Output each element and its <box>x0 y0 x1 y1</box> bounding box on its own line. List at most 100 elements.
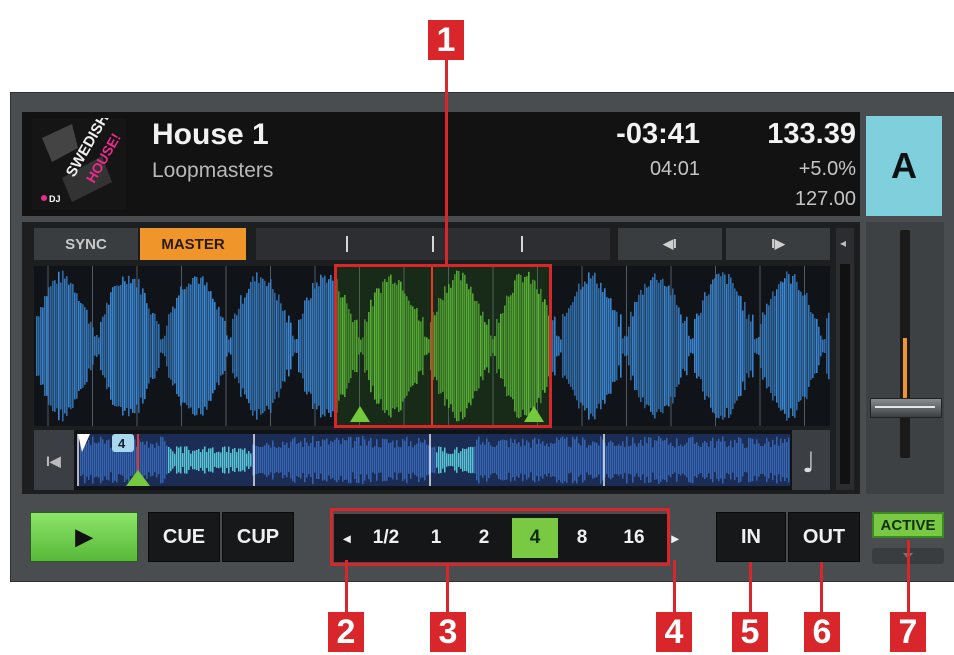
overview-mark <box>282 441 284 479</box>
overview-mark <box>688 437 690 483</box>
waveform-mark <box>298 319 300 373</box>
waveform-mark <box>672 288 674 404</box>
overview-mark <box>268 444 270 476</box>
overview-mark <box>80 444 82 476</box>
waveform-mark <box>120 284 122 408</box>
callout-7: 7 <box>890 612 926 652</box>
overview-mark <box>472 447 474 473</box>
overview-mark <box>346 440 348 480</box>
waveform-mark <box>654 273 656 419</box>
overview-mark <box>174 453 176 467</box>
waveform-mark <box>822 339 824 353</box>
scroll-track <box>840 264 850 484</box>
overview-mark <box>392 440 394 480</box>
overview-mark <box>210 448 212 472</box>
overview-mark <box>734 439 736 481</box>
overview-mark <box>404 440 406 480</box>
waveform-mark <box>818 326 820 366</box>
waveform-mark <box>212 298 214 394</box>
waveform-mark <box>712 279 714 413</box>
overview-mark <box>184 446 186 474</box>
overview-mark <box>90 444 92 476</box>
play-button[interactable]: ▶ <box>30 512 138 562</box>
overview-mark <box>228 446 230 474</box>
waveform-mark <box>218 306 220 386</box>
nudge-forward-button[interactable]: I▶ <box>726 228 830 260</box>
waveform-mark <box>136 287 138 405</box>
overview-mark <box>434 446 436 474</box>
master-button[interactable]: MASTER <box>140 228 246 260</box>
overview-mark <box>360 445 362 475</box>
overview-mark <box>284 444 286 476</box>
overview-mark <box>154 447 156 473</box>
overview-mark <box>548 446 550 474</box>
highlight-loop-region <box>334 264 552 428</box>
overview-mark <box>108 439 110 481</box>
overview-mark <box>146 441 148 479</box>
pitch-fader-panel <box>866 222 944 494</box>
overview-mark <box>162 437 164 483</box>
waveform-mark <box>242 303 244 389</box>
waveform-mark <box>648 286 650 406</box>
scroll-arrow-icon[interactable]: ◂ <box>840 236 846 250</box>
waveform-mark <box>724 274 726 418</box>
overview-mark <box>722 436 724 484</box>
overview-mark <box>110 447 112 473</box>
overview-mark <box>658 436 660 484</box>
overview-mark <box>322 439 324 481</box>
waveform-mark <box>696 313 698 379</box>
track-title: House 1 <box>152 118 269 151</box>
waveform-mark <box>286 322 288 370</box>
waveform-mark <box>128 275 130 417</box>
scroll-bar[interactable]: ◂ <box>836 228 854 490</box>
overview-mark <box>194 450 196 470</box>
overview-mark <box>414 445 416 475</box>
loop-in-button[interactable]: IN <box>716 512 786 562</box>
overview-mark <box>298 442 300 478</box>
waveform-mark <box>588 272 590 420</box>
waveform-mark <box>610 298 612 394</box>
waveform-mark <box>666 286 668 406</box>
waveform-mark <box>604 288 606 404</box>
overview-mark <box>528 442 530 478</box>
waveform-mark <box>606 297 608 395</box>
waveform-mark <box>134 278 136 414</box>
waveform-mark <box>762 312 764 380</box>
overview-mark <box>550 442 552 478</box>
overview-mark <box>488 441 490 479</box>
overview-mark <box>324 440 326 480</box>
waveform-mark <box>644 283 646 409</box>
overview-mark <box>450 453 452 467</box>
overview-mark <box>444 447 446 473</box>
overview-mark <box>580 445 582 475</box>
loop-out-button[interactable]: OUT <box>788 512 860 562</box>
deck-letter[interactable]: A <box>866 116 942 216</box>
overview-mark <box>256 445 258 475</box>
track-overview[interactable]: I◀ 4 ♩ <box>34 430 830 490</box>
waveform-mark <box>574 296 576 396</box>
overview-mark <box>628 446 630 474</box>
overview-mark <box>438 446 440 474</box>
waveform-mark <box>62 270 64 422</box>
waveform-mark <box>44 295 46 397</box>
nudge-back-button[interactable]: ◀I <box>618 228 722 260</box>
overview-mark <box>250 453 252 467</box>
waveform-mark <box>746 318 748 374</box>
waveform-mark <box>568 308 570 384</box>
cup-button[interactable]: CUP <box>222 512 294 562</box>
overview-mark <box>480 444 482 476</box>
overview-mark <box>396 440 398 480</box>
loop-active-button[interactable]: ACTIVE <box>872 512 944 538</box>
waveform-mark <box>160 339 162 353</box>
waveform-mark <box>46 296 48 396</box>
waveform-mark <box>748 314 750 378</box>
overview-mark <box>654 440 656 480</box>
overview-mark <box>374 446 376 474</box>
waveform-mark <box>224 320 226 372</box>
waveform-mark <box>190 284 192 408</box>
waveform-mark <box>138 279 140 413</box>
waveform-mark <box>698 315 700 377</box>
sync-button[interactable]: SYNC <box>34 228 138 260</box>
cue-button[interactable]: CUE <box>148 512 220 562</box>
pitch-fader-handle[interactable] <box>870 398 942 418</box>
